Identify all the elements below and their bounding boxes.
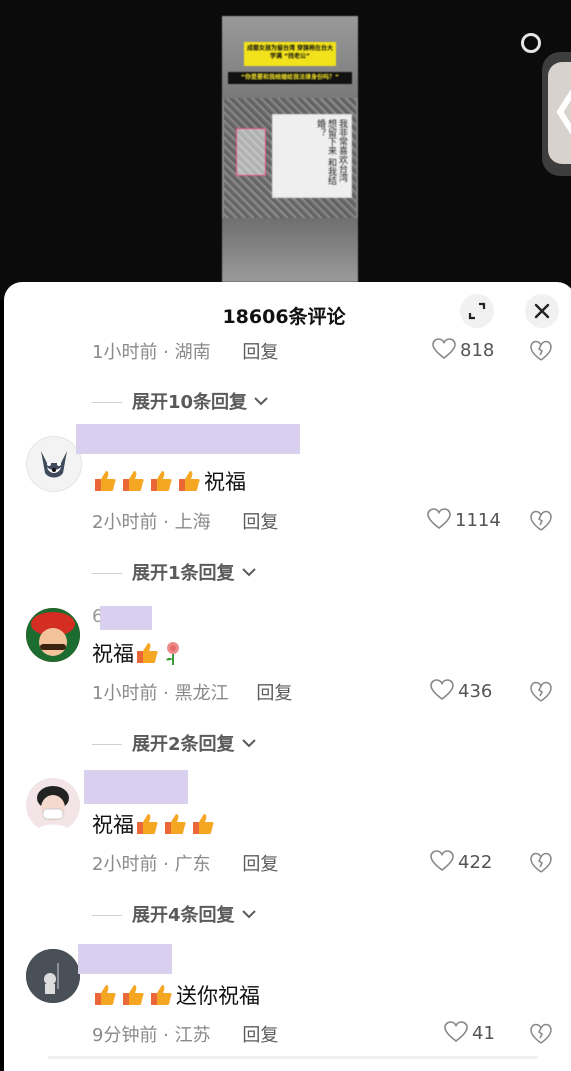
avatar[interactable] <box>26 778 80 832</box>
dislike-icon[interactable] <box>530 852 552 874</box>
expand-replies-button[interactable]: 展开4条回复 <box>92 901 257 927</box>
expand-replies-button[interactable]: 展开2条回复 <box>92 730 257 756</box>
like-button[interactable]: 436 <box>430 679 492 702</box>
thumbs-up-icon <box>162 811 188 837</box>
thumbs-up-icon <box>134 640 160 666</box>
reply-button[interactable]: 回复 <box>242 342 278 363</box>
thumbs-up-icon <box>120 982 146 1008</box>
comment-meta: 9分钟前 · 江苏 回复 <box>92 1025 279 1046</box>
thumbs-up-icon <box>190 811 216 837</box>
like-button[interactable]: 1114 <box>427 508 501 531</box>
thumbs-up-icon <box>92 468 118 494</box>
heart-icon <box>430 679 454 701</box>
video-headline: 成都女孩为留台湾 穿旗袍在台大学满 “找老公” <box>244 42 336 66</box>
comment-text: 祝福 <box>92 466 246 496</box>
comment-location: 广东 <box>174 854 211 875</box>
video-area[interactable]: 成都女孩为留台湾 穿旗袍在台大学满 “找老公” “你是要和我结婚给我法律身份吗？… <box>0 0 571 300</box>
dislike-icon[interactable] <box>530 340 552 362</box>
comment-body: 祝福 <box>92 642 134 666</box>
comment-body: 送你祝福 <box>176 984 260 1008</box>
expand-icon[interactable] <box>460 294 494 328</box>
like-count: 436 <box>458 681 493 702</box>
avatar[interactable] <box>26 436 82 492</box>
divider <box>92 915 122 916</box>
video-paper-note: 我非常喜欢台湾 想留下来 和我结婚？ <box>272 114 352 198</box>
reply-button[interactable]: 回复 <box>242 1025 278 1046</box>
thumbs-up-icon <box>134 811 160 837</box>
chevron-down-icon <box>254 397 269 406</box>
comment-location: 湖南 <box>174 342 211 363</box>
like-count: 422 <box>458 852 493 873</box>
heart-icon <box>430 850 454 872</box>
reply-button[interactable]: 回复 <box>256 683 292 704</box>
thumbs-up-icon <box>120 468 146 494</box>
like-button[interactable]: 818 <box>432 338 494 361</box>
comment-body: 祝福 <box>204 470 246 494</box>
comment-time: 9分钟前 <box>92 1025 158 1046</box>
comment-time: 1小时前 <box>92 342 158 363</box>
expand-replies-label: 展开10条回复 <box>132 392 248 413</box>
chevron-down-icon <box>242 910 256 919</box>
thumbs-up-icon <box>148 468 174 494</box>
divider <box>92 402 122 403</box>
comment-meta: 1小时前 · 湖南 回复 <box>92 342 279 363</box>
expand-replies-button[interactable]: 展开10条回复 <box>92 388 269 414</box>
username-redacted[interactable] <box>100 606 152 630</box>
avatar[interactable] <box>26 608 80 662</box>
chevron-down-icon <box>242 739 256 748</box>
scroll-indicator <box>48 1056 538 1059</box>
comment-text: 祝福 <box>92 809 218 839</box>
username-redacted[interactable] <box>84 770 188 804</box>
video-bottom-band <box>222 218 358 282</box>
thumbs-up-icon <box>148 982 174 1008</box>
video-pink-note <box>236 128 266 176</box>
comment-text: 送你祝福 <box>92 980 260 1010</box>
dislike-icon[interactable] <box>530 510 552 532</box>
like-button[interactable]: 41 <box>444 1021 495 1044</box>
like-count: 41 <box>472 1023 495 1044</box>
reply-button[interactable]: 回复 <box>242 854 278 875</box>
comment-text: 祝福 <box>92 638 190 668</box>
comment-location: 江苏 <box>174 1025 211 1046</box>
expand-replies-label: 展开2条回复 <box>132 734 235 755</box>
comment-location: 黑龙江 <box>174 683 229 704</box>
username-redacted[interactable] <box>76 424 300 454</box>
reply-button[interactable]: 回复 <box>242 512 278 533</box>
video-thumbnail[interactable]: 成都女孩为留台湾 穿旗袍在台大学满 “找老公” “你是要和我结婚给我法律身份吗？… <box>222 16 358 282</box>
comment-meta: 2小时前 · 广东 回复 <box>92 854 279 875</box>
divider <box>92 744 122 745</box>
divider <box>92 573 122 574</box>
heart-icon <box>427 508 451 530</box>
comment-time: 1小时前 <box>92 683 158 704</box>
dislike-icon[interactable] <box>530 681 552 703</box>
comment-time: 2小时前 <box>92 512 158 533</box>
like-count: 1114 <box>455 510 501 531</box>
expand-replies-button[interactable]: 展开1条回复 <box>92 559 257 585</box>
heart-icon <box>432 338 456 360</box>
close-icon[interactable] <box>525 294 559 328</box>
screen: 成都女孩为留台湾 穿旗袍在台大学满 “找老公” “你是要和我结婚给我法律身份吗？… <box>0 0 571 1071</box>
expand-replies-label: 展开1条回复 <box>132 563 235 584</box>
comment-time: 2小时前 <box>92 854 158 875</box>
like-count: 818 <box>460 340 495 361</box>
avatar[interactable] <box>26 949 80 1003</box>
rose-icon <box>162 640 188 666</box>
chevron-left-icon[interactable] <box>548 62 571 164</box>
comment-meta: 1小时前 · 黑龙江 回复 <box>92 683 293 704</box>
thumbs-up-icon <box>176 468 202 494</box>
ring-icon[interactable] <box>521 33 541 53</box>
comment-body: 祝福 <box>92 813 134 837</box>
comment-meta: 2小时前 · 上海 回复 <box>92 512 279 533</box>
dislike-icon[interactable] <box>530 1023 552 1045</box>
chevron-down-icon <box>242 568 256 577</box>
thumbs-up-icon <box>92 982 118 1008</box>
comment-location: 上海 <box>174 512 211 533</box>
comments-sheet: 18606条评论 1小时前 · 湖南 回复 818 展开10条回复 祝福 2小时… <box>4 282 571 1071</box>
expand-replies-label: 展开4条回复 <box>132 905 235 926</box>
heart-icon <box>444 1021 468 1043</box>
video-subhead: “你是要和我结婚给我法律身份吗？” <box>228 72 352 84</box>
username-redacted[interactable] <box>78 944 172 974</box>
like-button[interactable]: 422 <box>430 850 492 873</box>
